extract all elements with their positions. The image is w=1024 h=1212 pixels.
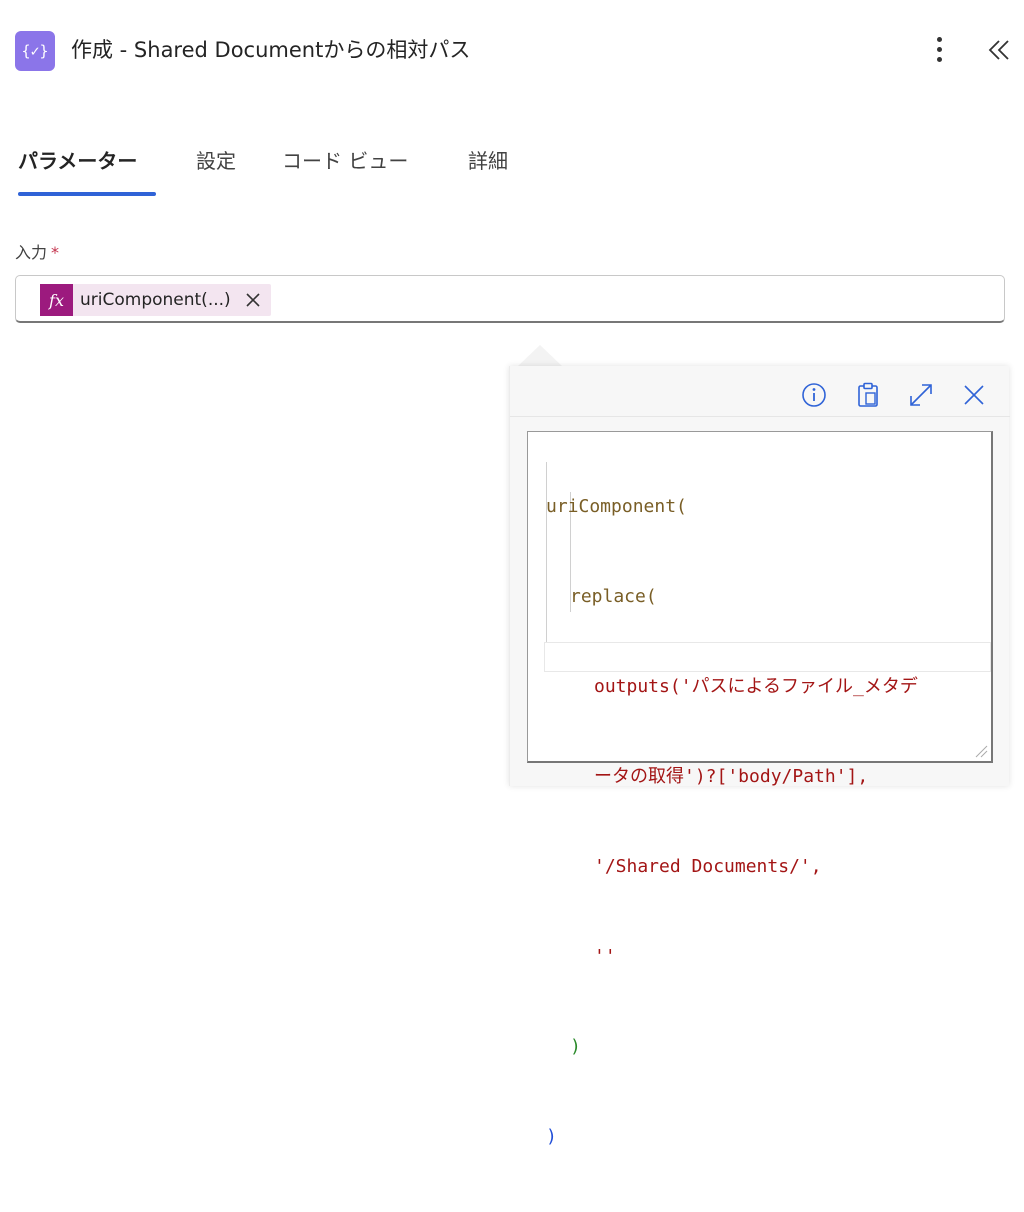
- close-icon[interactable]: [959, 380, 989, 410]
- code-token: ): [570, 1036, 581, 1057]
- code-block: uriComponent( replace( outputs('パスによるファイ…: [546, 432, 986, 1212]
- code-token: replace(: [570, 586, 657, 607]
- code-line: '/Shared Documents/',: [546, 852, 986, 882]
- code-line: '': [546, 942, 986, 972]
- compose-action-icon: {✓}: [15, 31, 55, 71]
- expression-editor[interactable]: uriComponent( replace( outputs('パスによるファイ…: [527, 431, 993, 1147]
- code-line: uriComponent(: [546, 492, 986, 522]
- popover-arrow: [518, 345, 562, 366]
- code-line: replace(: [546, 582, 986, 612]
- code-token: ): [546, 1126, 557, 1147]
- expression-popover: uriComponent( replace( outputs('パスによるファイ…: [509, 366, 1010, 1147]
- chevron-double-left-icon: [988, 40, 1009, 60]
- more-options-button[interactable]: [926, 34, 954, 66]
- action-title[interactable]: 作成 - Shared Documentからの相対パス: [71, 34, 470, 66]
- code-line: ータの取得')?['body/Path'],: [546, 762, 986, 792]
- tab-settings[interactable]: 設定: [196, 146, 236, 176]
- collapse-panel-button[interactable]: [985, 32, 1015, 68]
- tab-parameters[interactable]: パラメーター: [18, 146, 137, 176]
- code-token: outputs('パスによるファイル_メタデ: [594, 676, 918, 697]
- expand-icon[interactable]: [906, 380, 936, 410]
- popover-divider: [510, 416, 1010, 417]
- info-icon[interactable]: [799, 380, 829, 410]
- active-tab-indicator: [18, 192, 156, 196]
- panel-header: {✓} 作成 - Shared Documentからの相対パス: [0, 0, 1024, 100]
- expression-token[interactable]: fx uriComponent(...): [40, 284, 271, 316]
- more-vertical-icon-dot: [937, 57, 942, 62]
- code-token: '': [594, 946, 616, 967]
- code-line: outputs('パスによるファイル_メタデ: [546, 672, 986, 702]
- resize-handle-icon[interactable]: [974, 744, 988, 758]
- clipboard-icon[interactable]: [853, 380, 883, 410]
- input-field[interactable]: fx uriComponent(...): [15, 275, 1005, 323]
- code-token: '/Shared Documents/',: [594, 856, 822, 877]
- more-vertical-icon: [937, 37, 942, 42]
- expression-token-label: uriComponent(...): [80, 290, 231, 310]
- code-line: ): [546, 1032, 986, 1062]
- more-vertical-icon-dot: [937, 47, 942, 52]
- code-token: ータの取得')?['body/Path'],: [594, 766, 869, 787]
- fx-icon: fx: [40, 284, 73, 316]
- code-token: uriComponent(: [546, 496, 687, 517]
- tab-details[interactable]: 詳細: [468, 146, 508, 176]
- code-line: ): [546, 1122, 986, 1152]
- tab-code-view[interactable]: コード ビュー: [282, 146, 408, 176]
- input-field-label: 入力 *: [15, 241, 59, 265]
- remove-token-icon[interactable]: [243, 290, 263, 310]
- input-label-text: 入力: [15, 243, 48, 262]
- required-marker: *: [51, 243, 60, 262]
